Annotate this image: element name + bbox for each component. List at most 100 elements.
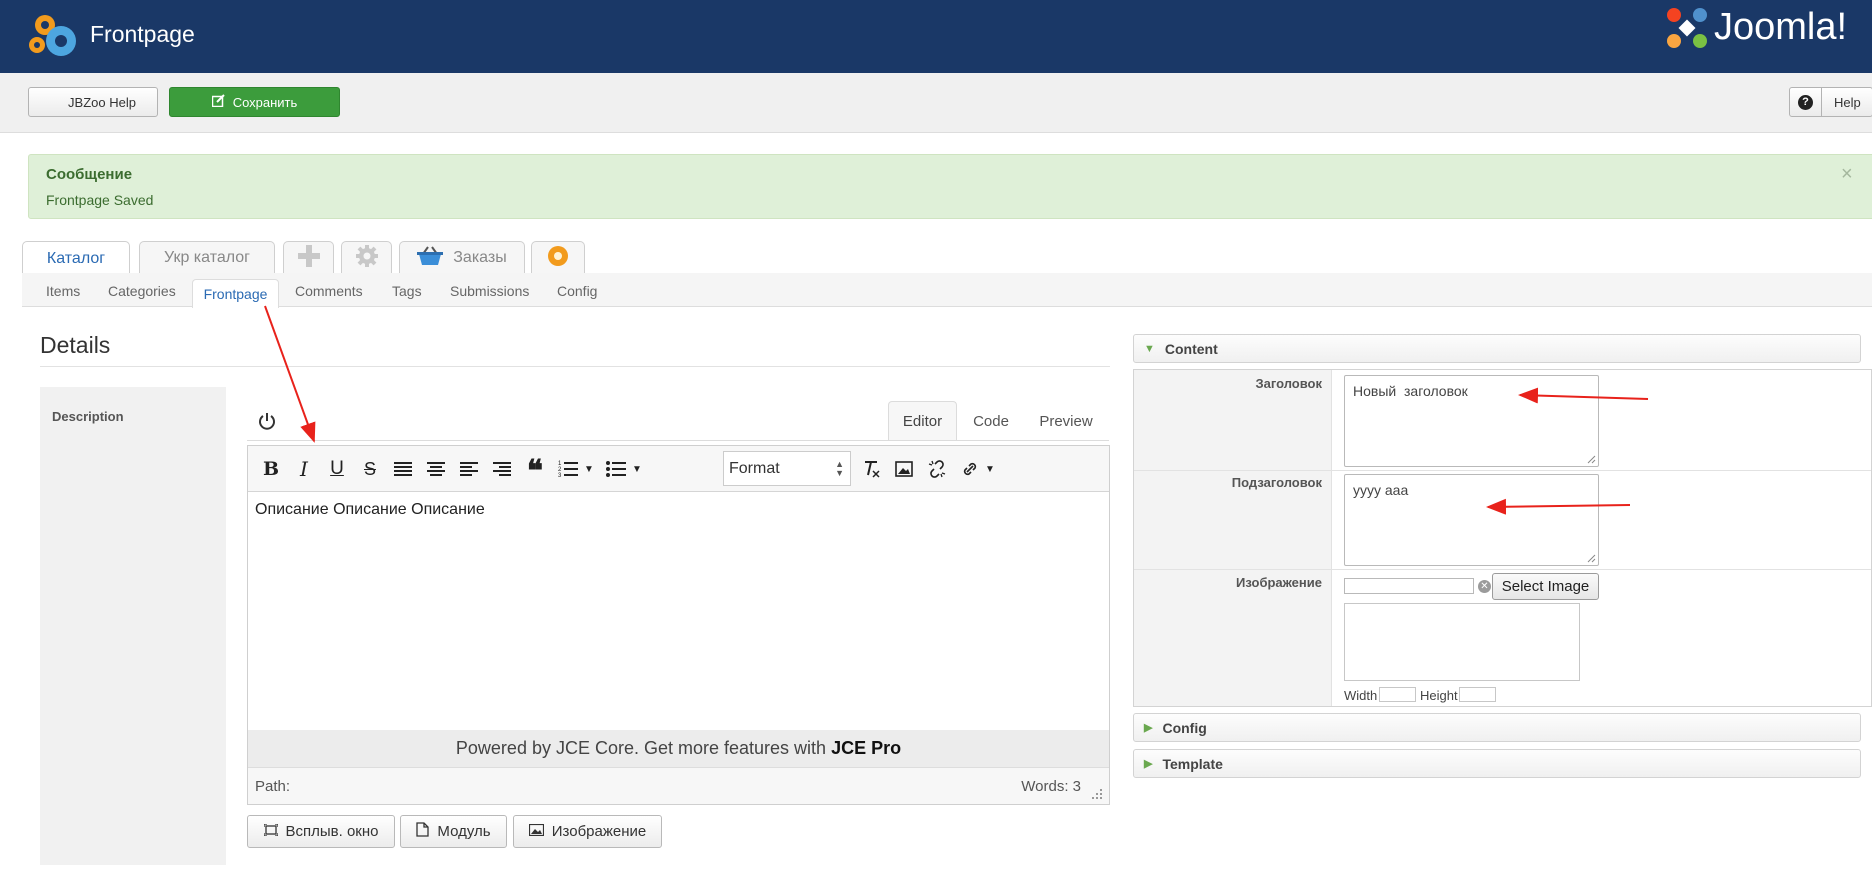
page-title: Frontpage — [90, 21, 195, 47]
align-justify-icon[interactable] — [391, 458, 415, 480]
powered-by-text: Powered by JCE Core. Get more features w… — [455, 738, 827, 758]
strikethrough-button[interactable]: S — [358, 458, 382, 480]
unlink-icon[interactable] — [925, 458, 949, 480]
chevron-down-icon[interactable]: ▼ — [577, 458, 601, 480]
accordion-template-header[interactable]: ▶ Template — [1133, 749, 1861, 778]
title-textarea[interactable]: Новый заголовок — [1344, 375, 1599, 467]
accordion-content-header[interactable]: ▼ Content — [1133, 334, 1861, 363]
editor-content[interactable]: Описание Описание Описание — [255, 501, 485, 519]
clear-icon[interactable]: ✕ — [1478, 580, 1491, 593]
chevron-down-icon[interactable]: ▼ — [978, 458, 1002, 480]
subtab-items[interactable]: Items — [46, 283, 80, 299]
triangle-down-icon: ▼ — [1144, 342, 1155, 355]
select-arrows-icon: ▲ ▼ — [835, 459, 844, 478]
tab-code[interactable]: Code — [965, 401, 1017, 441]
gear-icon — [355, 244, 378, 272]
editor-statusbar: Path: Words: 3 — [248, 767, 1109, 804]
tab-editor[interactable]: Editor — [888, 401, 957, 441]
word-count: Words: 3 — [1021, 778, 1081, 795]
width-label: Width — [1344, 688, 1378, 703]
clear-formatting-icon[interactable] — [859, 458, 883, 480]
svg-text:3: 3 — [558, 473, 562, 478]
image-button-label: Изображение — [551, 823, 647, 840]
italic-button[interactable]: I — [292, 457, 316, 481]
popup-button[interactable]: Всплыв. окно — [247, 815, 395, 848]
align-center-icon[interactable] — [424, 458, 448, 480]
triangle-right-icon: ▶ — [1144, 722, 1153, 734]
tab-settings[interactable] — [341, 241, 392, 274]
subtab-categories[interactable]: Categories — [108, 283, 176, 299]
save-button-label: Сохранить — [232, 94, 298, 110]
underline-button[interactable]: U — [325, 458, 349, 480]
rich-text-editor: B I U S ❝ 123 ▼ ▼ Format ▲ ▼ ▼ Описание … — [247, 445, 1110, 805]
gear-badge-icon — [547, 245, 569, 272]
image-path-input[interactable] — [1344, 578, 1474, 594]
bold-button[interactable]: B — [259, 458, 283, 480]
resize-handle-icon[interactable] — [1587, 554, 1596, 563]
help-button-label: Help — [1834, 94, 1861, 110]
tab-ukr-catalog[interactable]: Укр каталог — [139, 241, 275, 274]
basket-icon — [417, 245, 444, 271]
editor-tabs-divider — [247, 440, 1109, 441]
close-icon[interactable]: × — [1841, 163, 1853, 186]
path-label: Path: — [255, 778, 291, 795]
gears-logo-icon — [29, 15, 76, 56]
resize-handle-icon[interactable] — [1587, 455, 1596, 464]
app-header: Frontpage Joomla! — [0, 0, 1872, 73]
subtitle-textarea[interactable]: yyyy aaa — [1344, 474, 1599, 566]
format-select-value: Format — [729, 459, 780, 477]
description-label-panel — [40, 387, 226, 865]
power-icon[interactable] — [257, 411, 277, 431]
row-divider — [1134, 569, 1871, 570]
save-button[interactable]: Сохранить — [169, 87, 340, 117]
accordion-content-label: Content — [1164, 340, 1218, 357]
triangle-right-icon: ▶ — [1144, 758, 1153, 770]
image-icon — [528, 823, 544, 840]
subtab-tags[interactable]: Tags — [392, 283, 422, 299]
format-select[interactable]: Format ▲ ▼ — [723, 451, 851, 486]
tab-preview[interactable]: Preview — [1030, 401, 1102, 441]
plus-icon — [297, 241, 320, 275]
accordion-config-header[interactable]: ▶ Config — [1133, 713, 1861, 742]
joomla-wordmark: Joomla! — [1714, 6, 1848, 48]
tab-orders[interactable]: Заказы — [399, 241, 525, 274]
message-title: Сообщение — [46, 166, 133, 183]
tab-orders-label: Заказы — [453, 249, 507, 266]
subtab-frontpage[interactable]: Frontpage — [192, 279, 279, 308]
toolbar: JBZoo Help Сохранить ? Help — [0, 73, 1872, 133]
align-left-icon[interactable] — [457, 458, 481, 480]
tab-add[interactable] — [283, 241, 334, 274]
module-button[interactable]: Модуль — [400, 815, 507, 848]
align-right-icon[interactable] — [490, 458, 514, 480]
subtitle-field-label: Подзаголовок — [1231, 475, 1322, 490]
details-heading: Details — [40, 332, 111, 358]
popup-button-label: Всплыв. окно — [285, 823, 379, 840]
jbzoo-help-button[interactable]: JBZoo Help — [28, 87, 158, 117]
height-input[interactable] — [1459, 687, 1496, 702]
tab-catalog[interactable]: Каталог — [22, 241, 130, 275]
subtab-submissions[interactable]: Submissions — [450, 283, 529, 299]
select-image-button[interactable]: Select Image — [1492, 573, 1599, 600]
title-field-label: Заголовок — [1255, 376, 1322, 391]
edit-icon — [211, 94, 225, 110]
powered-by-banner: Powered by JCE Core. Get more features w… — [248, 730, 1109, 767]
tab-extra[interactable] — [531, 241, 585, 274]
powered-by-link[interactable]: JCE Pro — [831, 738, 901, 759]
module-button-label: Модуль — [437, 823, 491, 840]
row-divider — [1134, 470, 1871, 471]
width-input[interactable] — [1379, 687, 1416, 702]
accordion-config-label: Config — [1162, 719, 1207, 736]
blockquote-button[interactable]: ❝ — [523, 454, 547, 489]
resize-handle-icon[interactable] — [1091, 788, 1103, 800]
sub-tabs: Items Categories Comments Tags Submissio… — [22, 273, 1872, 307]
insert-image-icon[interactable] — [892, 458, 916, 480]
help-button[interactable]: ? Help — [1789, 87, 1872, 117]
image-button[interactable]: Изображение — [513, 815, 662, 848]
editor-toolbar: B I U S ❝ 123 ▼ ▼ Format ▲ ▼ ▼ — [248, 446, 1109, 492]
accordion-template-label: Template — [1162, 755, 1223, 772]
system-message: Сообщение Frontpage Saved × — [28, 154, 1872, 219]
chevron-down-icon[interactable]: ▼ — [625, 458, 649, 480]
subtab-config[interactable]: Config — [557, 283, 597, 299]
labels-column — [1134, 370, 1332, 706]
subtab-comments[interactable]: Comments — [295, 283, 363, 299]
